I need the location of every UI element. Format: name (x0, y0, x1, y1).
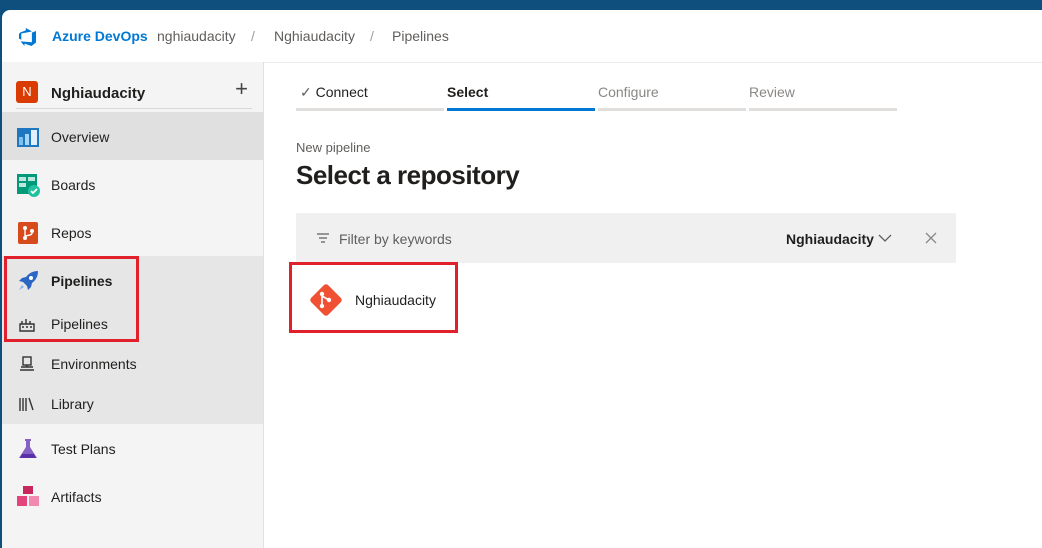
close-icon[interactable] (924, 231, 938, 245)
sidebar-item-label: Test Plans (51, 441, 116, 457)
sidebar-item-label: Boards (51, 177, 96, 193)
repository-name: Nghiaudacity (355, 292, 436, 308)
brand-link[interactable]: Azure DevOps (52, 28, 148, 44)
wizard-step-bar (749, 108, 897, 111)
breadcrumb-pipelines[interactable]: Pipelines (392, 28, 449, 44)
top-bar: Azure DevOps nghiaudacity / Nghiaudacity… (2, 10, 1042, 63)
sidebar-subitem-environments[interactable]: Environments (2, 344, 263, 384)
environments-icon (20, 356, 34, 371)
app-frame: Azure DevOps nghiaudacity / Nghiaudacity… (2, 10, 1042, 548)
wizard-step-review[interactable]: Review (749, 75, 897, 111)
breadcrumb-project[interactable]: Nghiaudacity (274, 28, 355, 44)
sidebar-subitem-label: Pipelines (51, 316, 108, 332)
pipelines-icon (19, 271, 38, 290)
project-header[interactable]: N Nghiaudacity + (16, 72, 252, 109)
sidebar-item-pipelines[interactable]: Pipelines (2, 256, 263, 304)
sidebar-item-overview[interactable]: Overview (2, 112, 263, 160)
filter-bar: Filter by keywords Nghiaudacity (296, 213, 956, 263)
git-icon (310, 284, 342, 316)
sidebar-item-artifacts[interactable]: Artifacts (2, 472, 263, 520)
wizard-step-label: Connect (315, 84, 368, 100)
breadcrumb-separator: / (370, 28, 374, 44)
page-subtitle: New pipeline (296, 140, 371, 155)
wizard-step-bar-active (447, 108, 595, 111)
check-icon: ✓ (300, 84, 312, 100)
sidebar-item-boards[interactable]: Boards (2, 160, 263, 208)
sidebar-subitem-label: Library (51, 396, 94, 412)
sidebar-item-label: Artifacts (51, 489, 102, 505)
test-plans-icon (19, 439, 37, 458)
breadcrumb-separator: / (251, 28, 255, 44)
chevron-down-icon[interactable] (878, 231, 892, 245)
azure-devops-logo-icon[interactable] (18, 27, 38, 47)
sidebar-subitem-pipelines[interactable]: Pipelines (2, 304, 263, 344)
breadcrumb-organization[interactable]: nghiaudacity (157, 28, 236, 44)
overview-icon (17, 128, 39, 147)
sidebar: N Nghiaudacity + Overview Boards Repos P… (2, 62, 264, 548)
sidebar-item-label: Pipelines (51, 273, 113, 289)
repos-icon (18, 222, 38, 244)
filter-icon (317, 233, 329, 243)
project-avatar: N (16, 81, 38, 103)
sidebar-item-repos[interactable]: Repos (2, 208, 263, 256)
page-title: Select a repository (296, 160, 520, 190)
sidebar-subitem-library[interactable]: Library (2, 384, 263, 424)
wizard-step-label: Review (749, 84, 795, 100)
wizard-step-configure[interactable]: Configure (598, 75, 746, 111)
add-icon[interactable]: + (235, 78, 248, 100)
repository-scope-dropdown[interactable]: Nghiaudacity (786, 231, 874, 247)
sidebar-item-label: Overview (51, 129, 110, 145)
wizard-step-select[interactable]: Select (447, 75, 595, 111)
wizard-step-bar (598, 108, 746, 111)
wizard-step-label: Select (447, 84, 489, 100)
project-name[interactable]: Nghiaudacity (51, 85, 145, 102)
wizard-step-label: Configure (598, 84, 659, 100)
wizard-step-connect[interactable]: ✓ Connect (296, 75, 444, 111)
repository-item[interactable]: Nghiaudacity (297, 275, 452, 327)
wizard-step-bar (296, 108, 444, 111)
library-icon (19, 397, 34, 411)
sidebar-item-test-plans[interactable]: Test Plans (2, 424, 263, 472)
filter-keywords-input[interactable]: Filter by keywords (339, 231, 452, 247)
sidebar-item-label: Repos (51, 225, 92, 241)
artifacts-icon (17, 486, 39, 506)
sidebar-subitem-label: Environments (51, 356, 137, 372)
pipelines-sub-icon (19, 319, 35, 332)
boards-icon (17, 174, 40, 197)
